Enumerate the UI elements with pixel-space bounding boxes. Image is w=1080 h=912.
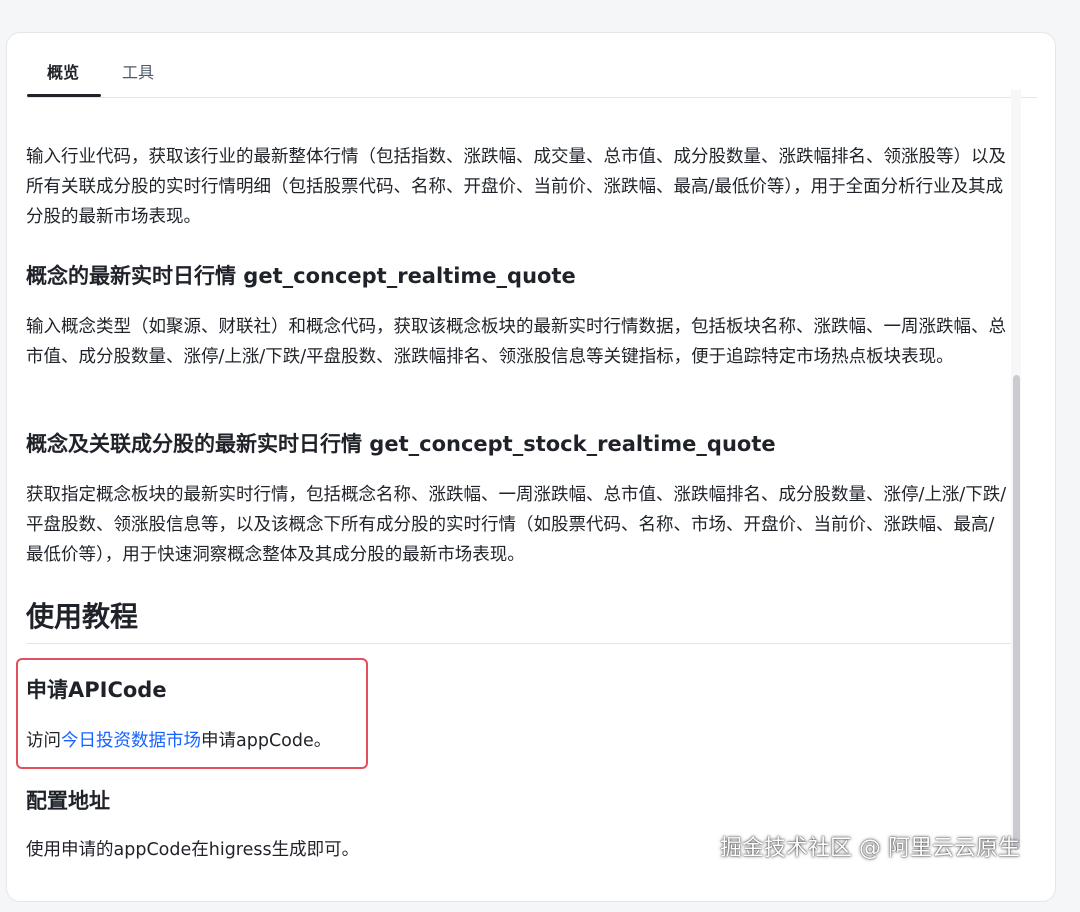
section-title-concept-stock-quote: 概念及关联成分股的最新实时日行情 get_concept_stock_realt… (26, 432, 776, 456)
tab-bar: 概览 工具 (27, 33, 1037, 98)
watermark: 掘金技术社区 @ 阿里云云原生 (720, 836, 1020, 861)
config-address-heading: 配置地址 (26, 789, 110, 813)
intro-paragraph: 输入行业代码，获取该行业的最新整体行情（包括指数、涨跌幅、成交量、总市值、成分股… (26, 147, 1006, 227)
data-market-link[interactable]: 今日投资数据市场 (61, 731, 201, 751)
apply-apicode-text: 访问今日投资数据市场申请appCode。 (26, 727, 331, 755)
section-title-concept-quote: 概念的最新实时日行情 get_concept_realtime_quote (26, 264, 576, 288)
scrollbar-thumb[interactable] (1013, 375, 1020, 850)
section-desc-concept-quote: 输入概念类型（如聚源、财联社）和概念代码，获取该概念板块的最新实时行情数据，包括… (26, 317, 1006, 367)
heading-divider (26, 643, 1016, 644)
apply-apicode-heading: 申请APICode (26, 678, 167, 702)
config-address-text: 使用申请的appCode在higress生成即可。 (26, 840, 360, 860)
apply-suffix: 申请appCode。 (201, 731, 332, 751)
apply-prefix: 访问 (26, 731, 61, 751)
section-desc-concept-stock-quote: 获取指定概念板块的最新实时行情，包括概念名称、涨跌幅、一周涨跌幅、总市值、涨跌幅… (26, 485, 1007, 565)
doc-content: 输入行业代码，获取该行业的最新整体行情（包括指数、涨跌幅、成交量、总市值、成分股… (6, 122, 1016, 912)
tab-tools[interactable]: 工具 (122, 63, 154, 83)
tab-overview[interactable]: 概览 (47, 63, 79, 83)
active-tab-indicator (27, 94, 101, 97)
tutorial-heading: 使用教程 (26, 600, 139, 633)
